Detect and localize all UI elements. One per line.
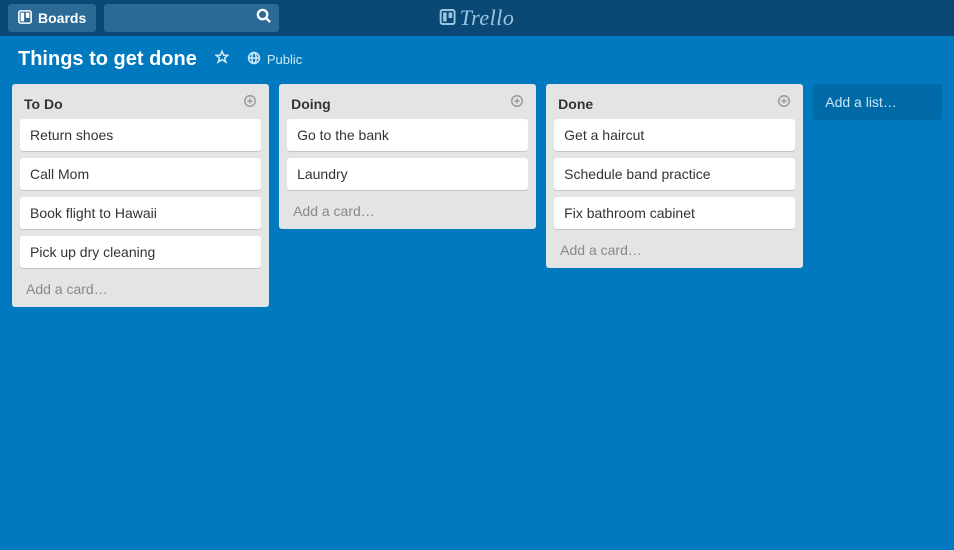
add-card-button[interactable]: Add a card… (285, 197, 530, 221)
card[interactable]: Go to the bank (287, 119, 528, 151)
board-canvas: To Do Return shoes Call Mom Book flight … (0, 82, 954, 319)
boards-icon (18, 10, 32, 27)
card[interactable]: Get a haircut (554, 119, 795, 151)
list-menu-icon[interactable] (777, 94, 791, 113)
card-text: Pick up dry cleaning (30, 244, 155, 260)
search-icon (256, 8, 271, 28)
topbar: Boards Trello (0, 0, 954, 36)
list-todo: To Do Return shoes Call Mom Book flight … (12, 84, 269, 307)
card[interactable]: Schedule band practice (554, 158, 795, 190)
card-text: Book flight to Hawaii (30, 205, 157, 221)
card[interactable]: Laundry (287, 158, 528, 190)
globe-icon (247, 51, 261, 68)
card[interactable]: Return shoes (20, 119, 261, 151)
card[interactable]: Call Mom (20, 158, 261, 190)
card[interactable]: Book flight to Hawaii (20, 197, 261, 229)
card-text: Go to the bank (297, 127, 389, 143)
card[interactable]: Pick up dry cleaning (20, 236, 261, 268)
star-icon[interactable] (215, 50, 229, 69)
card-text: Laundry (297, 166, 348, 182)
board-header: Things to get done Public (0, 36, 954, 82)
card-text: Call Mom (30, 166, 89, 182)
list-header: Done (552, 90, 797, 119)
list-title[interactable]: Done (558, 96, 593, 112)
add-card-button[interactable]: Add a card… (552, 236, 797, 260)
list-menu-icon[interactable] (243, 94, 257, 113)
add-list-button[interactable]: Add a list… (813, 84, 942, 120)
card-text: Return shoes (30, 127, 113, 143)
board-visibility-label: Public (267, 52, 302, 67)
list-header: To Do (18, 90, 263, 119)
card[interactable]: Fix bathroom cabinet (554, 197, 795, 229)
trello-logo-icon (440, 5, 456, 31)
card-text: Fix bathroom cabinet (564, 205, 695, 221)
list-header: Doing (285, 90, 530, 119)
brand-name: Trello (460, 5, 515, 31)
list-title[interactable]: Doing (291, 96, 331, 112)
boards-button-label: Boards (38, 10, 86, 26)
card-text: Schedule band practice (564, 166, 710, 182)
search-input[interactable] (112, 11, 271, 26)
add-card-button[interactable]: Add a card… (18, 275, 263, 299)
list-menu-icon[interactable] (510, 94, 524, 113)
brand-logo[interactable]: Trello (440, 5, 515, 31)
search-box[interactable] (104, 4, 279, 32)
board-title[interactable]: Things to get done (18, 48, 197, 71)
boards-button[interactable]: Boards (8, 4, 96, 32)
board-visibility[interactable]: Public (247, 51, 302, 68)
list-done: Done Get a haircut Schedule band practic… (546, 84, 803, 268)
list-title[interactable]: To Do (24, 96, 63, 112)
list-doing: Doing Go to the bank Laundry Add a card… (279, 84, 536, 229)
card-text: Get a haircut (564, 127, 644, 143)
